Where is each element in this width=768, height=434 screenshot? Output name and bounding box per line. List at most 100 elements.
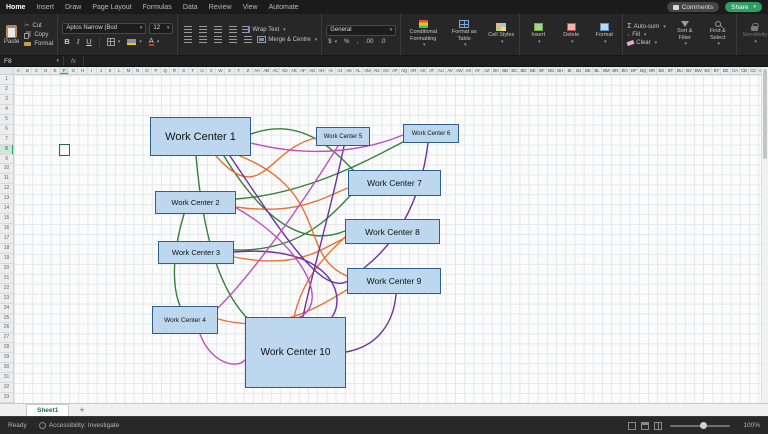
column-header-AP[interactable]: AP: [391, 67, 400, 74]
column-header-B[interactable]: B: [23, 67, 32, 74]
row-header-33[interactable]: 33: [0, 393, 13, 403]
share-button[interactable]: Share ▾: [725, 2, 762, 12]
row-header-30[interactable]: 30: [0, 363, 13, 373]
font-name-select[interactable]: Aptos Narrow (Bod▾: [62, 23, 146, 34]
column-header-AC[interactable]: AC: [271, 67, 280, 74]
orientation-button[interactable]: [227, 26, 239, 33]
column-header-AB[interactable]: AB: [262, 67, 271, 74]
row-header-20[interactable]: 20: [0, 264, 13, 274]
column-header-AO[interactable]: AO: [382, 67, 391, 74]
column-header-BV[interactable]: BV: [685, 67, 694, 74]
row-header-19[interactable]: 19: [0, 254, 13, 264]
align-top-button[interactable]: [182, 26, 194, 33]
row-header-6[interactable]: 6: [0, 125, 13, 135]
comma-button[interactable]: ,: [354, 39, 360, 45]
accessibility-status[interactable]: Accessibility: Investigate: [39, 422, 119, 429]
align-middle-button[interactable]: [197, 26, 209, 33]
column-header-L[interactable]: L: [115, 67, 124, 74]
page-layout-view-button[interactable]: [641, 422, 649, 430]
copy-button[interactable]: Copy: [24, 31, 53, 39]
column-header-BR[interactable]: BR: [648, 67, 657, 74]
add-sheet-button[interactable]: +: [79, 404, 84, 416]
row-header-31[interactable]: 31: [0, 373, 13, 383]
column-header-K[interactable]: K: [106, 67, 115, 74]
column-header-BM[interactable]: BM: [602, 67, 611, 74]
menu-draw[interactable]: Draw: [65, 4, 81, 11]
normal-view-button[interactable]: [628, 422, 636, 430]
page-break-view-button[interactable]: [654, 422, 662, 430]
sort-filter-button[interactable]: Sort & Filter▾: [671, 21, 699, 47]
menu-home[interactable]: Home: [6, 4, 25, 11]
row-header-3[interactable]: 3: [0, 95, 13, 105]
column-header-BH[interactable]: BH: [556, 67, 565, 74]
delete-cells-button[interactable]: Delete▾: [557, 23, 585, 45]
italic-button[interactable]: I: [75, 37, 82, 46]
font-size-select[interactable]: 12▾: [149, 23, 173, 34]
comments-button[interactable]: Comments: [667, 2, 719, 12]
column-header-CA[interactable]: CA: [731, 67, 740, 74]
shape-work-center-1[interactable]: Work Center 1: [150, 117, 251, 156]
column-header-AD[interactable]: AD: [280, 67, 289, 74]
menu-insert[interactable]: Insert: [36, 4, 54, 11]
column-header-AA[interactable]: AA: [253, 67, 262, 74]
zoom-slider-thumb[interactable]: [700, 422, 707, 429]
menu-data[interactable]: Data: [183, 4, 198, 11]
column-header-AG[interactable]: AG: [308, 67, 317, 74]
column-header-AU[interactable]: AU: [437, 67, 446, 74]
column-header-AZ[interactable]: AZ: [483, 67, 492, 74]
vertical-scrollbar-thumb[interactable]: [763, 69, 767, 159]
column-header-G[interactable]: G: [69, 67, 78, 74]
column-header-BY[interactable]: BY: [712, 67, 721, 74]
column-header-M[interactable]: M: [124, 67, 133, 74]
column-header-BL[interactable]: BL: [593, 67, 602, 74]
column-header-BE[interactable]: BE: [529, 67, 538, 74]
currency-button[interactable]: $▾: [326, 39, 339, 45]
column-header-Y[interactable]: Y: [235, 67, 244, 74]
column-header-BK[interactable]: BK: [584, 67, 593, 74]
menu-formulas[interactable]: Formulas: [143, 4, 172, 11]
shape-work-center-5[interactable]: Work Center 5: [316, 127, 370, 146]
fill-button[interactable]: ↓Fill▾: [627, 32, 666, 38]
format-cells-button[interactable]: Format▾: [590, 23, 618, 45]
column-header-V[interactable]: V: [207, 67, 216, 74]
row-header-2[interactable]: 2: [0, 85, 13, 95]
row-header-25[interactable]: 25: [0, 314, 13, 324]
align-left-button[interactable]: [182, 36, 194, 43]
row-header-21[interactable]: 21: [0, 274, 13, 284]
zoom-level[interactable]: 100%: [738, 422, 760, 429]
increase-indent-button[interactable]: [242, 36, 254, 43]
column-header-F[interactable]: F: [60, 67, 69, 74]
row-header-28[interactable]: 28: [0, 343, 13, 353]
row-header-1[interactable]: 1: [0, 75, 13, 85]
row-header-15[interactable]: 15: [0, 214, 13, 224]
row-header-14[interactable]: 14: [0, 204, 13, 214]
column-header-H[interactable]: H: [78, 67, 87, 74]
column-header-U[interactable]: U: [198, 67, 207, 74]
row-header-18[interactable]: 18: [0, 244, 13, 254]
column-header-AX[interactable]: AX: [464, 67, 473, 74]
column-header-AI[interactable]: AI: [326, 67, 335, 74]
column-header-BN[interactable]: BN: [611, 67, 620, 74]
clear-button[interactable]: Clear▾: [627, 40, 666, 46]
format-as-table-button[interactable]: Format as Table▾: [446, 20, 482, 48]
insert-cells-button[interactable]: Insert▾: [524, 23, 552, 45]
column-header-AR[interactable]: AR: [409, 67, 418, 74]
column-header-CC[interactable]: CC: [749, 67, 758, 74]
align-right-button[interactable]: [212, 36, 224, 43]
column-header-AE[interactable]: AE: [290, 67, 299, 74]
shape-work-center-10[interactable]: Work Center 10: [245, 317, 346, 388]
shape-work-center-8[interactable]: Work Center 8: [345, 219, 440, 244]
underline-button[interactable]: U: [84, 37, 93, 46]
column-header-N[interactable]: N: [133, 67, 142, 74]
name-box[interactable]: F8 ▾: [0, 56, 64, 66]
row-header-12[interactable]: 12: [0, 184, 13, 194]
column-header-AQ[interactable]: AQ: [400, 67, 409, 74]
row-header-26[interactable]: 26: [0, 323, 13, 333]
find-select-button[interactable]: Find & Select▾: [704, 21, 732, 47]
percent-button[interactable]: %: [342, 39, 351, 45]
column-header-BT[interactable]: BT: [666, 67, 675, 74]
row-header-13[interactable]: 13: [0, 194, 13, 204]
wrap-text-button[interactable]: Wrap Text▾: [242, 26, 285, 33]
sheet-tab-sheet1[interactable]: Sheet1: [26, 404, 69, 416]
shape-work-center-9[interactable]: Work Center 9: [347, 268, 441, 294]
